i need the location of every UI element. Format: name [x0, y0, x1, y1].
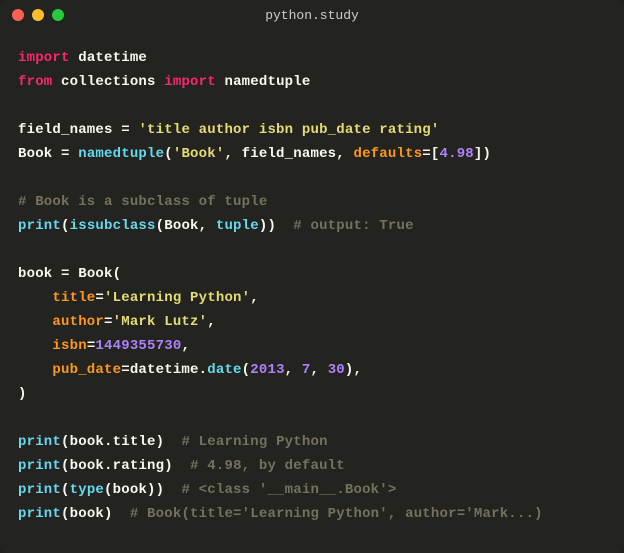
blank-line: [18, 94, 606, 118]
traffic-lights: [12, 9, 64, 21]
code-line: import datetime: [18, 46, 606, 70]
blank-line: [18, 166, 606, 190]
code-line: print(book.rating) # 4.98, by default: [18, 454, 606, 478]
maximize-icon[interactable]: [52, 9, 64, 21]
blank-line: [18, 406, 606, 430]
code-line: title='Learning Python',: [18, 286, 606, 310]
code-line: book = Book(: [18, 262, 606, 286]
editor-window: python.study import datetimefrom collect…: [0, 0, 624, 553]
code-line: Book = namedtuple('Book', field_names, d…: [18, 142, 606, 166]
code-line: from collections import namedtuple: [18, 70, 606, 94]
code-line: author='Mark Lutz',: [18, 310, 606, 334]
code-line: # Book is a subclass of tuple: [18, 190, 606, 214]
code-line: print(issubclass(Book, tuple)) # output:…: [18, 214, 606, 238]
code-line: ): [18, 382, 606, 406]
blank-line: [18, 238, 606, 262]
code-area[interactable]: import datetimefrom collections import n…: [0, 30, 624, 542]
code-line: field_names = 'title author isbn pub_dat…: [18, 118, 606, 142]
code-line: isbn=1449355730,: [18, 334, 606, 358]
code-line: print(type(book)) # <class '__main__.Boo…: [18, 478, 606, 502]
minimize-icon[interactable]: [32, 9, 44, 21]
close-icon[interactable]: [12, 9, 24, 21]
code-line: print(book) # Book(title='Learning Pytho…: [18, 502, 606, 526]
titlebar: python.study: [0, 0, 624, 30]
code-line: pub_date=datetime.date(2013, 7, 30),: [18, 358, 606, 382]
window-title: python.study: [0, 8, 624, 23]
code-line: print(book.title) # Learning Python: [18, 430, 606, 454]
